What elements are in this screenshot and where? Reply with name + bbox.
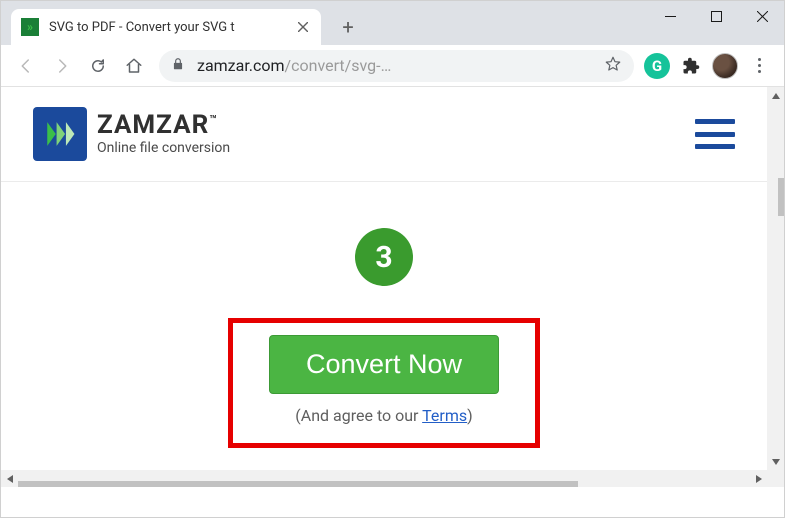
window-minimize-button[interactable]: [647, 0, 693, 32]
vertical-scroll-thumb[interactable]: [778, 178, 785, 216]
vertical-scrollbar[interactable]: [767, 87, 784, 470]
forward-button[interactable]: [47, 51, 77, 81]
convert-now-button[interactable]: Convert Now: [269, 335, 499, 394]
back-button[interactable]: [11, 51, 41, 81]
profile-avatar[interactable]: [712, 53, 738, 79]
tab-favicon-icon: »: [21, 18, 39, 36]
grammarly-extension-icon[interactable]: G: [644, 53, 670, 79]
home-button[interactable]: [119, 51, 149, 81]
step-number-badge: 3: [355, 228, 413, 286]
tab-close-button[interactable]: [295, 19, 311, 35]
horizontal-scrollbar[interactable]: [1, 470, 767, 487]
window-close-button[interactable]: [739, 0, 785, 32]
new-tab-button[interactable]: +: [333, 12, 363, 42]
logo-mark-icon: [33, 107, 87, 161]
tab-title: SVG to PDF - Convert your SVG t: [49, 20, 285, 35]
logo[interactable]: ZAMZAR™ Online file conversion: [33, 107, 230, 161]
scroll-left-arrow-icon[interactable]: [1, 470, 18, 487]
url-text: zamzar.com/convert/svg-…: [197, 56, 592, 75]
address-bar[interactable]: zamzar.com/convert/svg-…: [159, 50, 634, 82]
logo-brand-text: ZAMZAR™: [97, 112, 230, 138]
terms-agreement-text: (And agree to our Terms): [295, 406, 472, 425]
browser-menu-button[interactable]: [744, 51, 774, 81]
bookmark-star-icon[interactable]: [604, 55, 622, 77]
extensions-button[interactable]: [676, 51, 706, 81]
grammarly-initial: G: [652, 57, 662, 75]
convert-highlight-box: Convert Now (And agree to our Terms): [228, 318, 540, 448]
scrollbar-corner: [767, 470, 784, 487]
horizontal-scroll-thumb[interactable]: [18, 481, 578, 488]
logo-tagline: Online file conversion: [97, 140, 230, 156]
browser-tab[interactable]: » SVG to PDF - Convert your SVG t: [11, 9, 321, 45]
browser-toolbar: zamzar.com/convert/svg-… G: [1, 45, 784, 87]
lock-icon: [171, 56, 185, 75]
hamburger-menu-button[interactable]: [695, 119, 735, 149]
terms-link[interactable]: Terms: [422, 406, 467, 425]
window-maximize-button[interactable]: [693, 0, 739, 32]
site-header: ZAMZAR™ Online file conversion: [1, 87, 767, 182]
reload-button[interactable]: [83, 51, 113, 81]
scroll-up-arrow-icon[interactable]: [767, 87, 784, 104]
page-content: ZAMZAR™ Online file conversion 3 Convert…: [1, 87, 767, 470]
scroll-down-arrow-icon[interactable]: [767, 453, 784, 470]
scroll-right-arrow-icon[interactable]: [750, 470, 767, 487]
